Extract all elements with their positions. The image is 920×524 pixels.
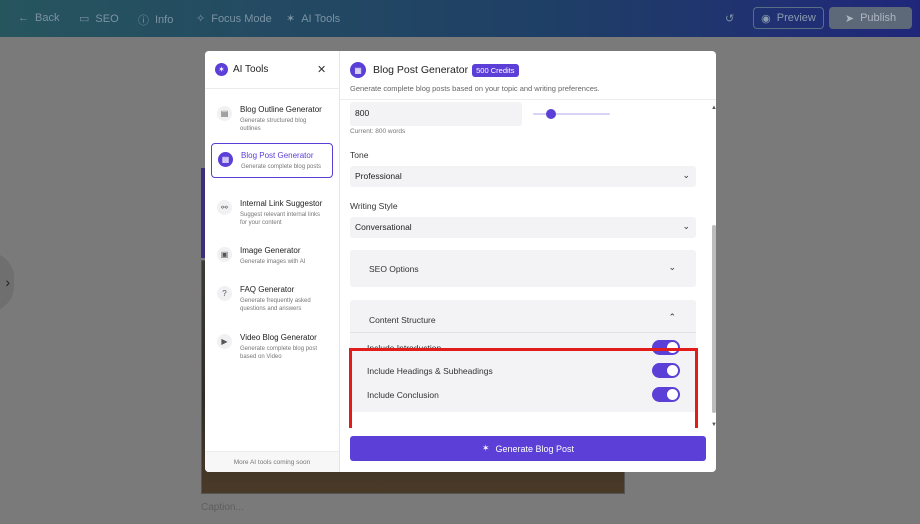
chevron-up-icon: ⌃ xyxy=(668,312,676,322)
sidebar-footer: More AI tools coming soon xyxy=(205,451,339,472)
image-icon: ▣ xyxy=(217,247,232,262)
chevron-down-icon: ⌄ xyxy=(668,262,676,272)
tool-desc: Generate images with AI xyxy=(240,259,306,265)
tool-desc: Generate structured blog outlines xyxy=(240,118,307,132)
seo-label: SEO xyxy=(95,12,119,25)
magic-wand-icon: ✶ xyxy=(286,13,296,25)
tool-name: FAQ Generator xyxy=(240,285,295,294)
highlight-box xyxy=(349,348,698,428)
writing-style-value: Conversational xyxy=(355,222,412,232)
article-icon: ▦ xyxy=(350,62,366,78)
content-structure-header[interactable]: Content Structure ⌃ xyxy=(350,300,696,333)
chevron-down-icon: ⌄ xyxy=(682,170,690,180)
tool-faq-generator[interactable]: ? FAQ Generator Generate frequently aske… xyxy=(211,278,333,319)
panel-header: ▦ Blog Post Generator 500 Credits Genera… xyxy=(340,51,716,100)
info-icon: ⓘ xyxy=(138,15,149,27)
scrollbar[interactable]: ▲ ▼ xyxy=(711,105,716,428)
caption-placeholder[interactable]: Caption... xyxy=(201,502,244,513)
back-label: Back xyxy=(35,12,60,24)
tool-panel: ▦ Blog Post Generator 500 Credits Genera… xyxy=(340,51,716,472)
word-count-current: Current: 800 words xyxy=(350,128,406,135)
generate-blog-post-button[interactable]: ✶ Generate Blog Post xyxy=(350,436,706,461)
tool-image-generator[interactable]: ▣ Image Generator Generate images with A… xyxy=(211,239,333,272)
top-toolbar: ← Back ▭ SEO ⓘ Info ✧ Focus Mode ✶ AI To… xyxy=(0,0,920,37)
tool-desc: Generate complete blog posts xyxy=(241,164,322,170)
tool-name: Video Blog Generator xyxy=(240,333,317,342)
ai-tools-modal: ✶ AI Tools ✕ ▤ Blog Outline Generator Ge… xyxy=(205,51,716,472)
chevron-down-icon: ⌄ xyxy=(682,221,690,231)
focus-mode-button[interactable]: ✧ Focus Mode xyxy=(196,12,272,26)
seo-options-label: SEO Options xyxy=(369,264,419,274)
sidebar-header: ✶ AI Tools ✕ xyxy=(205,51,339,89)
tool-name: Blog Outline Generator xyxy=(240,105,322,114)
tool-blog-post-generator[interactable]: ▦ Blog Post Generator Generate complete … xyxy=(211,143,333,178)
panel-scroll-area[interactable]: 800 Current: 800 words Tone Professional… xyxy=(340,100,716,428)
info-label: Info xyxy=(155,14,174,26)
tool-blog-outline-generator[interactable]: ▤ Blog Outline Generator Generate struct… xyxy=(211,98,333,139)
seo-icon: ▭ xyxy=(79,13,90,25)
back-button[interactable]: ← Back xyxy=(18,12,59,24)
ai-tools-button[interactable]: ✶ AI Tools xyxy=(286,12,341,26)
link-icon: ⚯ xyxy=(217,200,232,215)
question-icon: ? xyxy=(217,286,232,301)
credits-badge: 500 Credits xyxy=(472,63,519,77)
tool-desc: Suggest relevant internal links for your… xyxy=(240,212,321,226)
content-structure-label: Content Structure xyxy=(369,315,436,325)
article-icon: ▦ xyxy=(218,152,233,167)
tools-sidebar: ✶ AI Tools ✕ ▤ Blog Outline Generator Ge… xyxy=(205,51,340,472)
focus-icon: ✧ xyxy=(196,13,206,25)
scroll-up-icon[interactable]: ▲ xyxy=(711,105,716,111)
preview-button[interactable]: ◉ Preview xyxy=(753,7,824,29)
preview-label: Preview xyxy=(776,12,816,24)
ai-tools-logo-icon: ✶ xyxy=(215,63,228,76)
video-icon: ▶ xyxy=(217,334,232,349)
writing-style-label: Writing Style xyxy=(350,201,398,211)
panel-title: Blog Post Generator xyxy=(373,64,469,76)
tool-name: Blog Post Generator xyxy=(241,151,314,160)
seo-button[interactable]: ▭ SEO xyxy=(79,12,119,26)
sidebar-title: AI Tools xyxy=(233,64,269,75)
scrollbar-thumb[interactable] xyxy=(712,225,716,413)
ai-tools-label: AI Tools xyxy=(301,12,341,25)
tool-name: Image Generator xyxy=(240,246,301,255)
magic-wand-icon: ✶ xyxy=(481,443,490,453)
tone-select[interactable]: Professional ⌄ xyxy=(350,166,696,187)
seo-options-accordion[interactable]: SEO Options ⌄ xyxy=(350,250,696,287)
tone-value: Professional xyxy=(355,171,402,181)
tool-internal-link-suggestor[interactable]: ⚯ Internal Link Suggestor Suggest releva… xyxy=(211,192,333,233)
tool-name: Internal Link Suggestor xyxy=(240,199,323,208)
slider-thumb[interactable] xyxy=(546,109,556,119)
scroll-down-icon[interactable]: ▼ xyxy=(711,422,716,428)
word-count-input[interactable]: 800 xyxy=(350,102,522,126)
panel-subtitle: Generate complete blog posts based on yo… xyxy=(350,84,600,93)
publish-button[interactable]: ➤ Publish xyxy=(829,7,912,29)
history-icon[interactable]: ↺ xyxy=(725,12,734,25)
document-icon: ▤ xyxy=(217,106,232,121)
tool-desc: Generate complete blog post based on Vid… xyxy=(240,346,318,360)
tool-video-blog-generator[interactable]: ▶ Video Blog Generator Generate complete… xyxy=(211,326,333,367)
eye-icon: ◉ xyxy=(761,12,771,25)
writing-style-select[interactable]: Conversational ⌄ xyxy=(350,217,696,238)
tool-desc: Generate frequently asked questions and … xyxy=(240,298,311,312)
generate-label: Generate Blog Post xyxy=(495,443,575,454)
word-count-slider[interactable] xyxy=(533,113,610,115)
arrow-left-icon: ← xyxy=(18,12,29,24)
publish-label: Publish xyxy=(860,12,897,24)
send-icon: ➤ xyxy=(844,12,855,25)
tone-label: Tone xyxy=(350,150,369,160)
focus-mode-label: Focus Mode xyxy=(211,12,272,25)
info-button[interactable]: ⓘ Info xyxy=(138,12,173,28)
close-icon[interactable]: ✕ xyxy=(317,63,326,76)
